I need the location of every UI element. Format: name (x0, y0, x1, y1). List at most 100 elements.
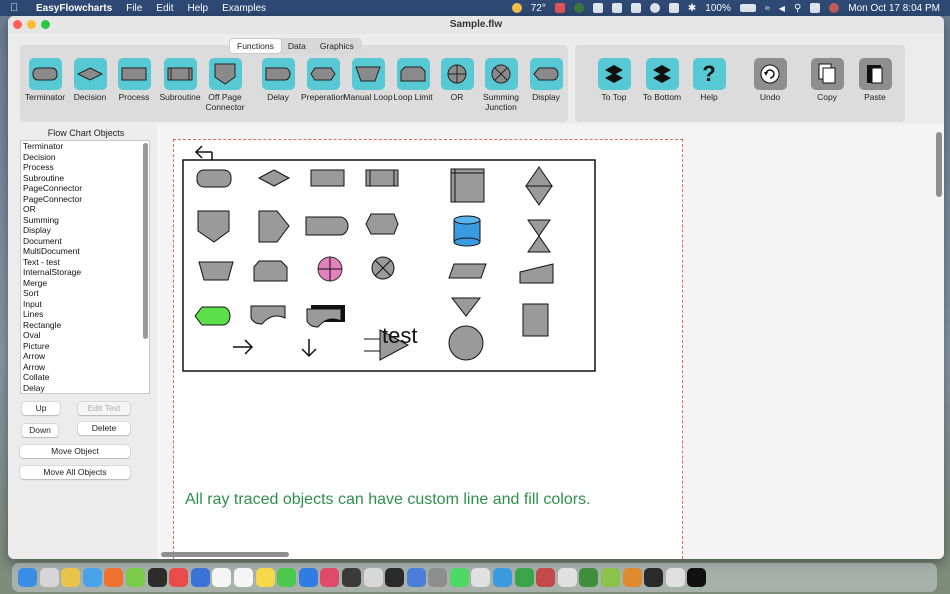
list-item[interactable]: PageConnector (23, 183, 149, 194)
status-icon-4[interactable] (611, 3, 622, 13)
wifi-icon[interactable]: ≈ (765, 3, 770, 13)
list-item[interactable]: Delay (23, 383, 149, 394)
list-item[interactable]: Arrow (23, 362, 149, 373)
display-tool[interactable]: Display (516, 58, 576, 102)
manual-loop-shape[interactable] (198, 261, 234, 281)
down-arrow-shape[interactable] (301, 339, 317, 358)
calendar-icon[interactable] (190, 568, 210, 587)
merge-shape[interactable] (450, 297, 482, 317)
list-item[interactable]: Text - test (23, 257, 149, 268)
display-shape[interactable] (194, 306, 231, 326)
xcode-icon[interactable] (471, 568, 491, 587)
tab-data[interactable]: Data (281, 39, 313, 53)
list-item[interactable]: PageConnector (23, 194, 149, 205)
clock-icon[interactable] (557, 568, 577, 587)
list-item[interactable]: Display (23, 225, 149, 236)
objects-list[interactable]: Terminator Decision Process Subroutine PageC… (20, 140, 150, 394)
photos-icon[interactable] (514, 568, 534, 587)
stocks-icon[interactable] (320, 568, 340, 587)
text-object-test[interactable]: test (382, 323, 417, 349)
status-icon-3[interactable] (592, 3, 603, 13)
music-icon[interactable] (298, 568, 318, 587)
app-menu[interactable]: EasyFlowcharts (36, 3, 112, 14)
terminator-shape[interactable] (196, 169, 232, 188)
r-icon[interactable] (385, 568, 405, 587)
list-item[interactable]: Sort (23, 288, 149, 299)
appstore-icon[interactable] (277, 568, 297, 587)
safari-icon[interactable] (82, 568, 102, 587)
preparation-shape[interactable] (365, 213, 399, 235)
reminders-icon[interactable] (233, 568, 253, 587)
edit-text-button[interactable]: Edit Text (78, 402, 130, 415)
menu-examples[interactable]: Examples (222, 3, 266, 14)
list-item[interactable]: Process (23, 162, 149, 173)
maps-icon[interactable] (493, 568, 513, 587)
canvas-scroll-area[interactable]: test All ray traced objects can have cus… (157, 124, 944, 559)
input-shape[interactable] (448, 263, 487, 279)
list-item[interactable]: Picture (23, 341, 149, 352)
xbox-icon[interactable] (536, 568, 556, 587)
internal-storage-shape[interactable] (450, 168, 485, 203)
close-window-button[interactable] (13, 20, 22, 29)
control-center-icon[interactable] (810, 3, 821, 13)
list-item[interactable]: Oval (23, 330, 149, 341)
move-object-button[interactable]: Move Object (20, 445, 130, 458)
graph-icon[interactable] (601, 568, 621, 587)
home-icon[interactable] (644, 568, 664, 587)
battery-label[interactable]: 100% (705, 3, 731, 14)
list-scrollbar[interactable] (143, 143, 148, 339)
menu-file[interactable]: File (126, 3, 142, 14)
battery-icon[interactable] (739, 4, 756, 12)
off-page-connector-tool[interactable]: Off Page Connector (195, 58, 255, 112)
spotlight-search-icon[interactable]: ⚲ (794, 3, 801, 14)
list-item[interactable]: Decision (23, 152, 149, 163)
zoom-window-button[interactable] (41, 20, 50, 29)
list-item[interactable]: Arrow (23, 351, 149, 362)
rectangle-shape[interactable] (522, 303, 549, 337)
notes-app-icon[interactable] (212, 568, 232, 587)
videos-icon[interactable] (449, 568, 469, 587)
status-icon-1[interactable] (554, 3, 565, 13)
page-connector-shape[interactable] (258, 210, 290, 243)
undo-button[interactable]: Undo (740, 58, 800, 102)
process-shape[interactable] (310, 169, 345, 187)
collate-shape[interactable] (527, 219, 551, 253)
sort-shape[interactable] (525, 166, 553, 206)
clock-label[interactable]: Mon Oct 17 8:04 PM (848, 3, 940, 14)
siri-icon[interactable] (829, 3, 840, 13)
whatsapp-icon[interactable] (428, 568, 448, 587)
list-item[interactable]: Input (23, 299, 149, 310)
display-icon[interactable] (668, 3, 679, 13)
stored-data-shape[interactable] (453, 215, 481, 247)
list-item[interactable]: Lines (23, 309, 149, 320)
right-arrow-shape[interactable] (233, 339, 254, 355)
bluetooth-icon[interactable]: ✱ (688, 3, 696, 14)
folder-icon[interactable] (665, 568, 685, 587)
help-button[interactable]: ? Help (679, 58, 739, 102)
news-icon[interactable] (147, 568, 167, 587)
tab-functions[interactable]: Functions (230, 39, 281, 53)
list-item[interactable]: MultiDocument (23, 246, 149, 257)
terminal-icon[interactable] (363, 568, 383, 587)
preview-icon[interactable] (622, 568, 642, 587)
chrome-icon[interactable] (61, 568, 81, 587)
status-icon-2[interactable] (573, 3, 584, 13)
down-button[interactable]: Down (22, 424, 58, 437)
status-icon-5[interactable] (630, 3, 641, 13)
list-item[interactable]: Summing (23, 215, 149, 226)
minimize-window-button[interactable] (27, 20, 36, 29)
canvas-horizontal-scrollbar[interactable] (161, 552, 289, 557)
trash-icon[interactable] (687, 568, 707, 587)
list-item[interactable]: Document (23, 236, 149, 247)
list-item[interactable]: Merge (23, 278, 149, 289)
firefox-icon[interactable] (104, 568, 124, 587)
list-item[interactable]: Rectangle (23, 320, 149, 331)
paste-button[interactable]: Paste (845, 58, 905, 102)
delete-button[interactable]: Delete (78, 422, 130, 435)
calculator-icon[interactable] (341, 568, 361, 587)
temperature-label[interactable]: 72° (531, 3, 546, 14)
up-button[interactable]: Up (22, 402, 60, 415)
apple-menu-icon[interactable]:  (10, 2, 26, 14)
weather-icon[interactable] (511, 3, 522, 13)
delay-shape[interactable] (305, 216, 349, 236)
